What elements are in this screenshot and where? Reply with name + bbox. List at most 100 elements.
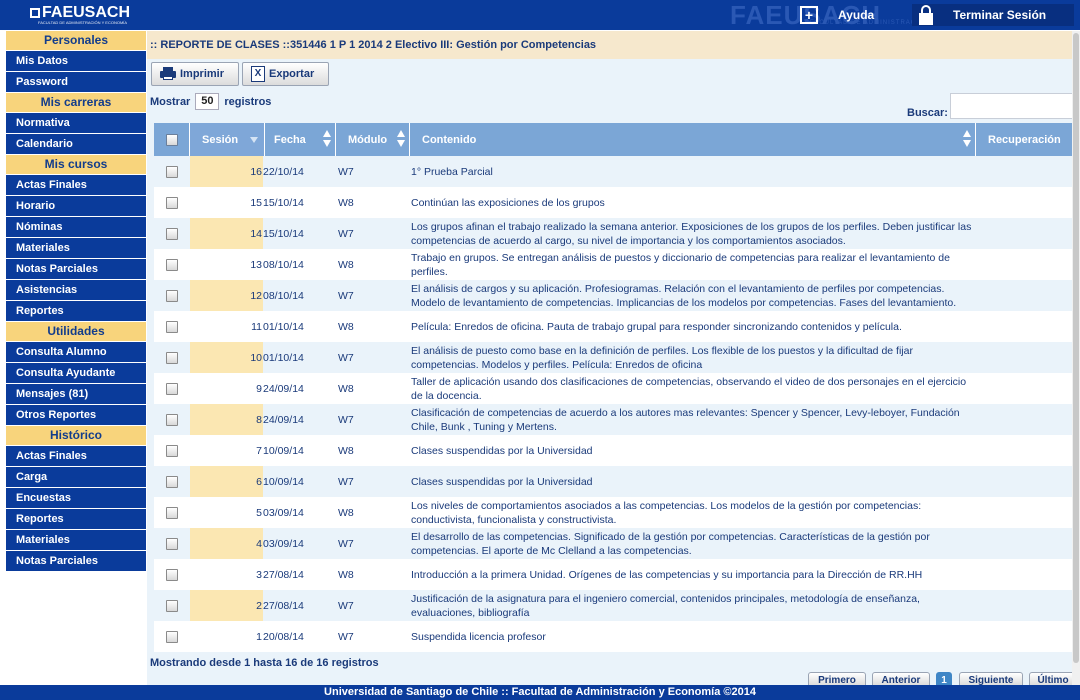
recuperacion-cell — [975, 249, 1073, 280]
row-checkbox[interactable] — [166, 289, 178, 302]
recuperacion-cell — [975, 621, 1073, 652]
sidebar-section-header: Mis carreras — [6, 93, 146, 113]
sidebar-item[interactable]: Reportes — [6, 301, 146, 322]
sidebar-item[interactable]: Password — [6, 72, 146, 93]
row-checkbox[interactable] — [166, 196, 178, 209]
recuperacion-cell — [975, 187, 1073, 218]
row-checkbox[interactable] — [166, 630, 178, 643]
recuperacion-cell — [975, 528, 1073, 559]
table-row[interactable]: 9 24/09/14 W8 Taller de aplicación usando d… — [154, 373, 1074, 404]
row-checkbox[interactable] — [166, 475, 178, 488]
row-checkbox[interactable] — [166, 227, 178, 240]
row-checkbox[interactable] — [166, 351, 178, 364]
export-button[interactable]: X Exportar — [242, 62, 329, 86]
sidebar-item[interactable]: Horario — [6, 196, 146, 217]
sidebar-item[interactable]: Mensajes (81) — [6, 384, 146, 405]
modulo-cell: W7 — [338, 413, 354, 426]
column-header-fecha[interactable]: Fecha — [265, 123, 336, 156]
sidebar-item[interactable]: Consulta Ayudante — [6, 363, 146, 384]
sidebar-item[interactable]: Materiales — [6, 530, 146, 551]
sidebar-item[interactable]: Nóminas — [6, 217, 146, 238]
recuperacion-cell — [975, 373, 1073, 404]
modulo-cell: W7 — [338, 537, 354, 550]
sidebar-section-header: Personales — [6, 31, 146, 51]
table-row[interactable]: 4 03/09/14 W7 El desarrollo de las competen… — [154, 528, 1074, 559]
select-all-checkbox[interactable] — [165, 133, 178, 146]
column-header-recuperacion[interactable]: Recuperación — [976, 123, 1074, 156]
lock-icon — [917, 5, 935, 25]
table-row[interactable]: 1 20/08/14 W7 Suspendida licencia profesor — [154, 621, 1074, 652]
fecha-cell: 27/08/14 — [263, 599, 304, 612]
sidebar-item[interactable]: Actas Finales — [6, 175, 146, 196]
sidebar-item[interactable]: Notas Parciales — [6, 551, 146, 572]
row-checkbox[interactable] — [166, 258, 178, 271]
sesion-cell: 9 — [256, 382, 262, 395]
scrollbar-thumb[interactable] — [1073, 33, 1079, 663]
sidebar-item[interactable]: Materiales — [6, 238, 146, 259]
table-row[interactable]: 7 10/09/14 W8 Clases suspendidas por la Uni… — [154, 435, 1074, 466]
fecha-cell: 24/09/14 — [263, 382, 304, 395]
sesion-cell: 14 — [190, 218, 263, 249]
pager-last-button[interactable]: Último — [1029, 672, 1077, 686]
row-checkbox[interactable] — [166, 320, 178, 333]
table-row[interactable]: 12 08/10/14 W7 El análisis de cargos y su a… — [154, 280, 1074, 311]
sort-icon — [323, 130, 331, 148]
column-header-sesion[interactable]: Sesión — [190, 123, 265, 156]
table-row[interactable]: 11 01/10/14 W8 Película: Enredos de oficina… — [154, 311, 1074, 342]
row-checkbox[interactable] — [166, 506, 178, 519]
sidebar-item[interactable]: Consulta Alumno — [6, 342, 146, 363]
fecha-cell: 27/08/14 — [263, 568, 304, 581]
pager-first-button[interactable]: Primero — [808, 672, 866, 686]
table-row[interactable]: 15 15/10/14 W8 Continúan las exposiciones d… — [154, 187, 1074, 218]
row-checkbox[interactable] — [166, 165, 178, 178]
sessions-table: Sesión Fecha Módulo Contenido Recuperaci… — [154, 123, 1074, 652]
row-checkbox[interactable] — [166, 413, 178, 426]
sidebar-item[interactable]: Calendario — [6, 134, 146, 155]
recuperacion-cell — [975, 404, 1073, 435]
sidebar-item[interactable]: Actas Finales — [6, 446, 146, 467]
recuperacion-cell — [975, 156, 1073, 187]
fecha-cell: 08/10/14 — [263, 258, 304, 271]
table-row[interactable]: 5 03/09/14 W8 Los niveles de comportamiento… — [154, 497, 1074, 528]
page-length-select[interactable]: 50 — [195, 93, 220, 110]
table-row[interactable]: 13 08/10/14 W8 Trabajo en grupos. Se entreg… — [154, 249, 1074, 280]
row-checkbox[interactable] — [166, 568, 178, 581]
footer: Universidad de Santiago de Chile :: Facu… — [0, 685, 1080, 700]
sidebar-item[interactable]: Asistencias — [6, 280, 146, 301]
row-checkbox[interactable] — [166, 444, 178, 457]
row-checkbox[interactable] — [166, 382, 178, 395]
column-header-modulo[interactable]: Módulo — [336, 123, 410, 156]
row-checkbox-cell — [154, 621, 190, 652]
table-header: Sesión Fecha Módulo Contenido Recuperaci… — [154, 123, 1074, 156]
row-checkbox[interactable] — [166, 599, 178, 612]
sesion-cell: 12 — [190, 280, 263, 311]
search-input[interactable] — [949, 93, 1080, 119]
table-row[interactable]: 6 10/09/14 W7 Clases suspendidas por la Uni… — [154, 466, 1074, 497]
sidebar-item[interactable]: Mis Datos — [6, 51, 146, 72]
table-row[interactable]: 8 24/09/14 W7 Clasificación de competencias… — [154, 404, 1074, 435]
pager-previous-button[interactable]: Anterior — [872, 672, 930, 686]
search-label: Buscar: — [907, 107, 948, 119]
faeusach-logo[interactable]: FAEUSACH FACULTAD DE ADMINISTRACIÓN Y EC… — [30, 4, 130, 25]
pager-next-button[interactable]: Siguiente — [959, 672, 1023, 686]
table-row[interactable]: 16 22/10/14 W7 1° Prueba Parcial — [154, 156, 1074, 187]
column-header-contenido[interactable]: Contenido — [410, 123, 976, 156]
fecha-cell: 20/08/14 — [263, 630, 304, 643]
sidebar-item[interactable]: Reportes — [6, 509, 146, 530]
sidebar-item[interactable]: Normativa — [6, 113, 146, 134]
table-row[interactable]: 10 01/10/14 W7 El análisis de puesto como b… — [154, 342, 1074, 373]
table-row[interactable]: 3 27/08/14 W8 Introducción a la primera Uni… — [154, 559, 1074, 590]
table-row[interactable]: 2 27/08/14 W7 Justificación de la asignatur… — [154, 590, 1074, 621]
sidebar-item[interactable]: Otros Reportes — [6, 405, 146, 426]
help-button[interactable]: + Ayuda — [800, 5, 900, 25]
table-row[interactable]: 14 15/10/14 W7 Los grupos afinan el trabajo… — [154, 218, 1074, 249]
sidebar-item[interactable]: Encuestas — [6, 488, 146, 509]
sidebar-item[interactable]: Notas Parciales — [6, 259, 146, 280]
sidebar-item[interactable]: Carga — [6, 467, 146, 488]
logout-button[interactable]: Terminar Sesión — [912, 4, 1074, 26]
row-checkbox[interactable] — [166, 537, 178, 550]
vertical-scrollbar[interactable] — [1072, 31, 1080, 685]
contenido-cell: Película: Enredos de oficina. Pauta de t… — [411, 320, 902, 333]
pager-page-1-button[interactable]: 1 — [936, 672, 952, 686]
print-button[interactable]: Imprimir — [151, 62, 239, 86]
